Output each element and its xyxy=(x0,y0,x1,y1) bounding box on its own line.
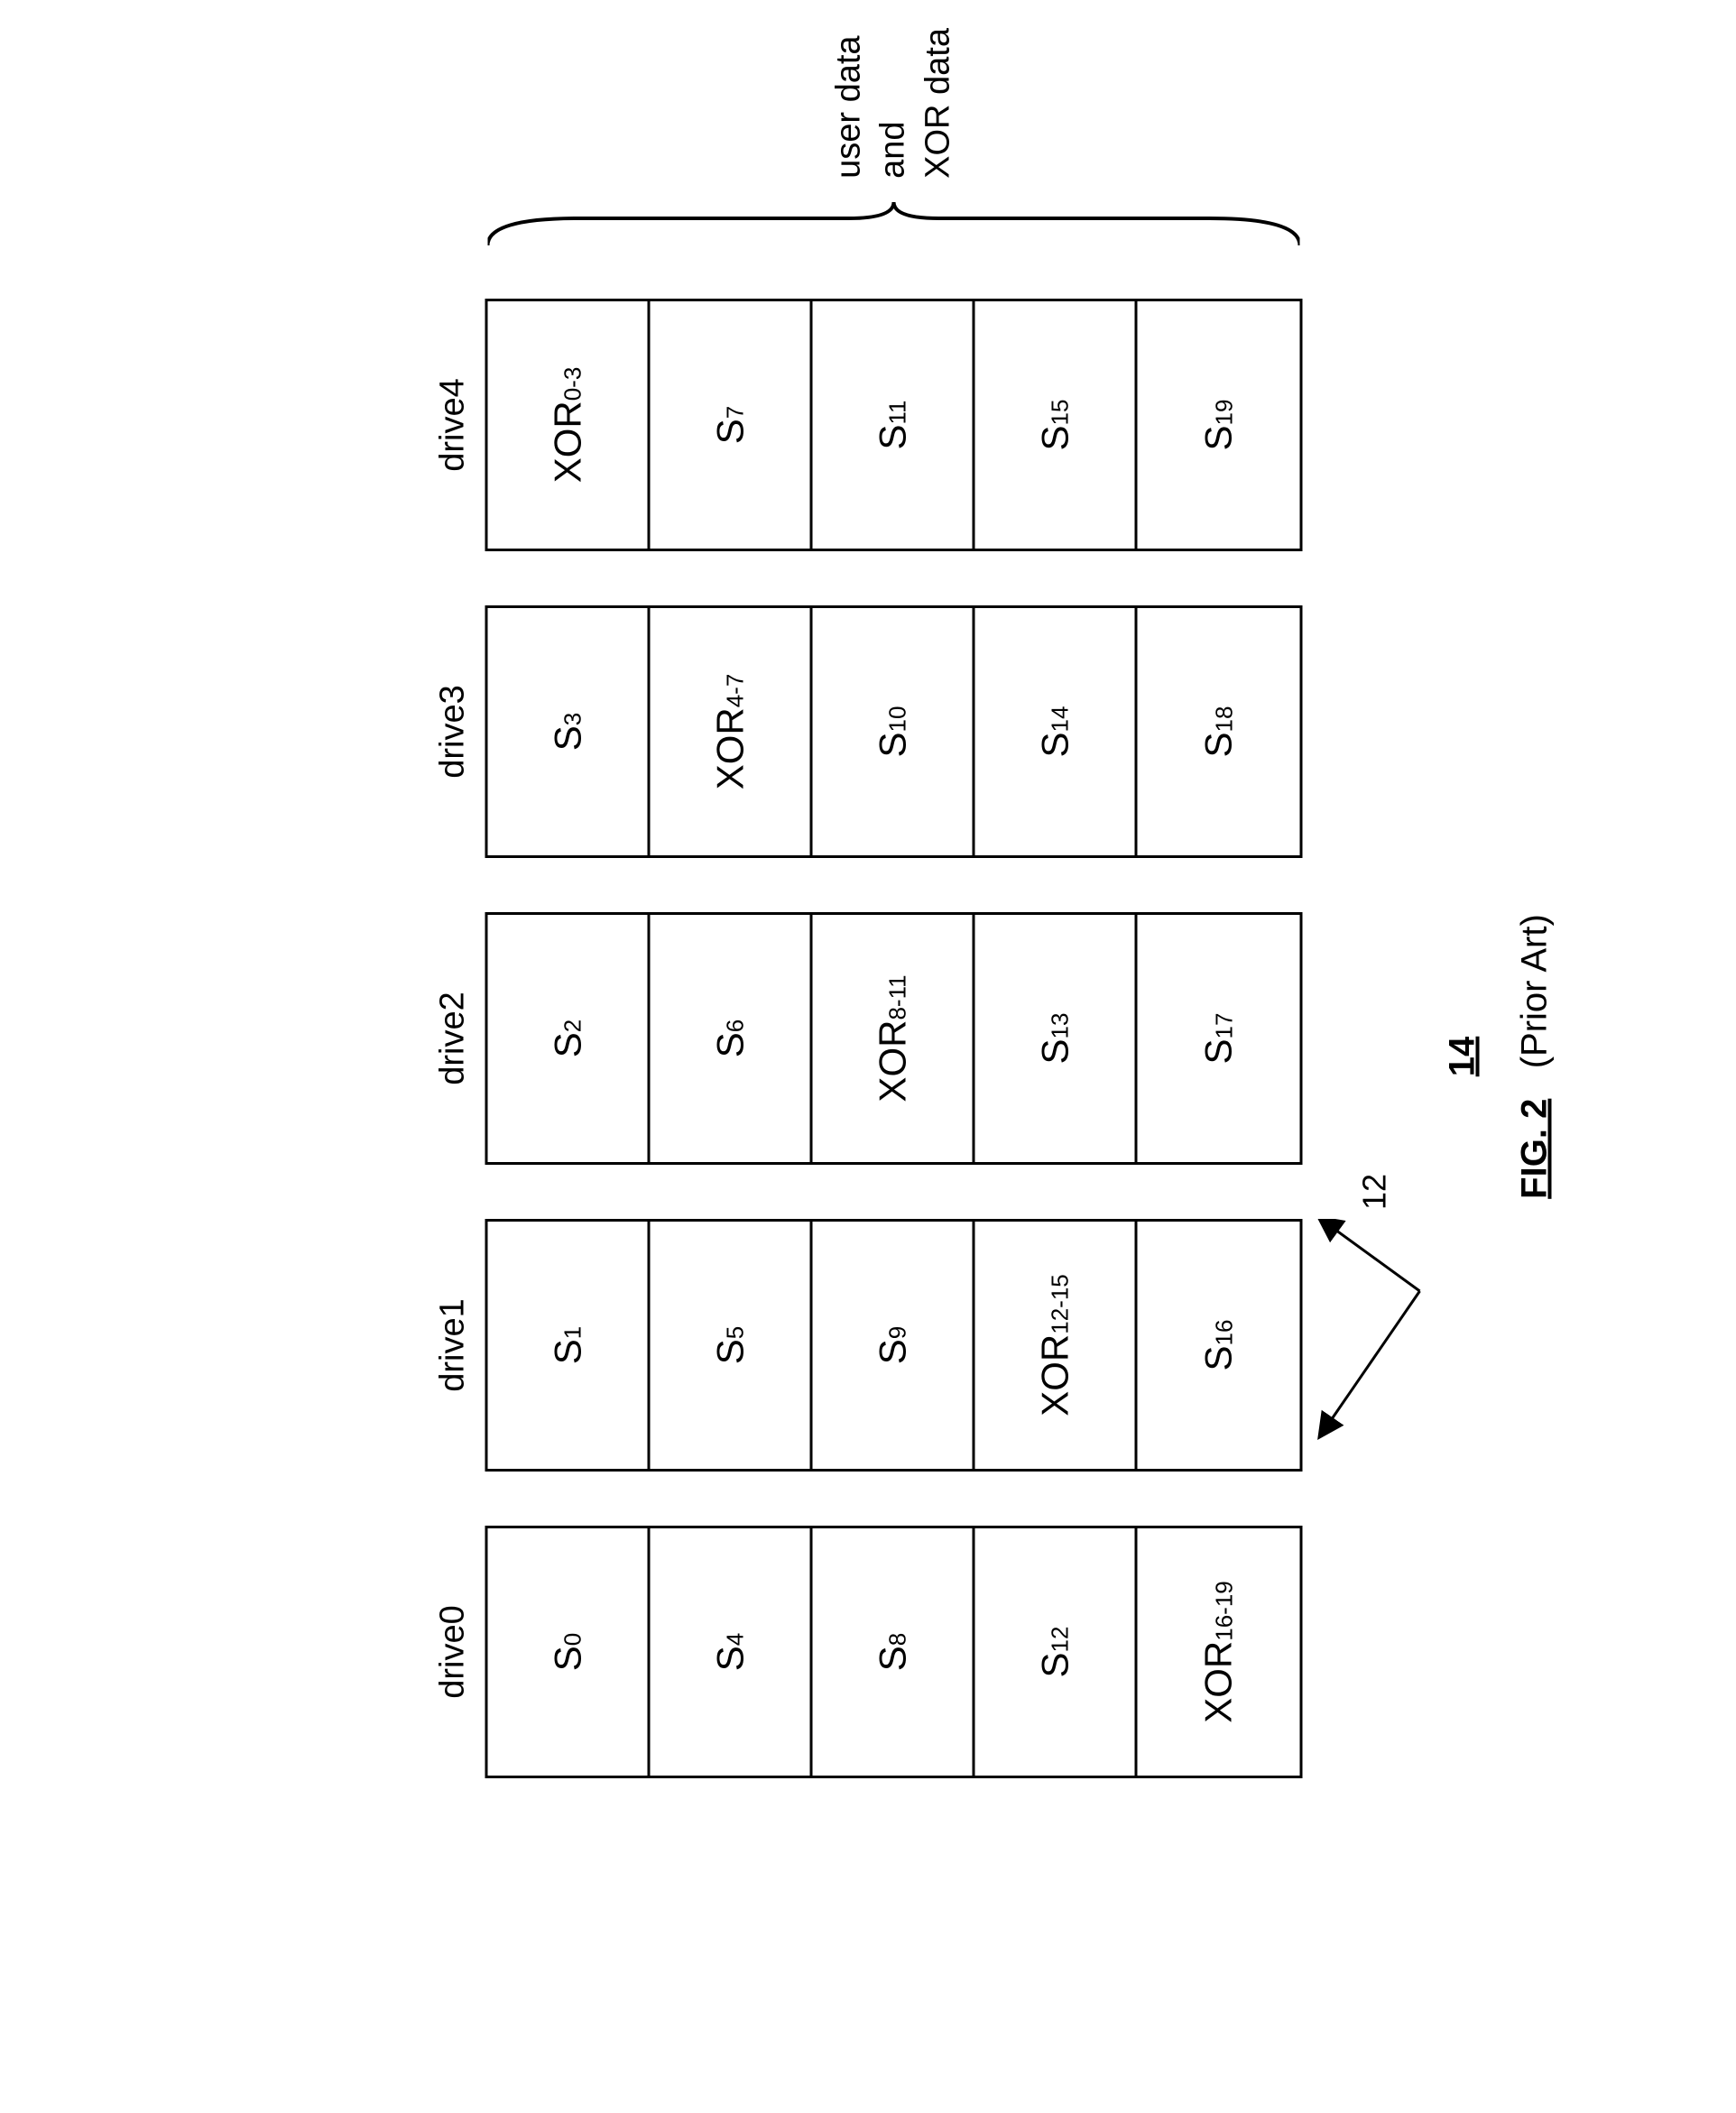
cell: S9 xyxy=(813,1222,975,1469)
cell: XOR4-7 xyxy=(651,608,813,855)
brace-annotation: user data and XOR data xyxy=(488,28,1300,254)
cell: XOR16-19 xyxy=(1138,1528,1300,1776)
stripe-stack: S0 S4 S8 S12 XOR16-19 xyxy=(485,1526,1303,1778)
drive-header: drive0 xyxy=(434,1605,473,1699)
brace-label-line: user data xyxy=(826,28,871,179)
cell: S5 xyxy=(651,1222,813,1469)
stripe-stack: S1 S5 S9 XOR12-15 S16 xyxy=(485,1219,1303,1472)
stripe-stack: S3 XOR4-7 S10 S14 S18 xyxy=(485,605,1303,858)
cell: XOR0-3 xyxy=(488,301,651,549)
brace-label-line: XOR data xyxy=(916,28,960,179)
cell: S17 xyxy=(1138,915,1300,1162)
curly-brace-icon xyxy=(488,200,1300,254)
cell: S13 xyxy=(975,915,1138,1162)
cell: S1 xyxy=(488,1222,651,1469)
cell: S10 xyxy=(813,608,975,855)
reference-14: 14 xyxy=(1443,1037,1483,1077)
drive-column-0: drive0 S0 S4 S8 S12 XOR16-19 xyxy=(434,1526,1303,1778)
cell: S4 xyxy=(651,1528,813,1776)
cell: S16 xyxy=(1138,1222,1300,1469)
brace-label-line: and xyxy=(872,28,916,179)
cell: S19 xyxy=(1138,301,1300,549)
cell: XOR8-11 xyxy=(813,915,975,1162)
cell: S12 xyxy=(975,1528,1138,1776)
drive-column-2: drive2 S2 S6 XOR8-11 S13 S17 xyxy=(434,912,1303,1165)
cell: S0 xyxy=(488,1528,651,1776)
rotated-canvas: drive0 S0 S4 S8 S12 XOR16-19 drive1 S1 S… xyxy=(434,299,1303,1814)
reference-number: 12 xyxy=(1356,1174,1394,1210)
drive-header: drive2 xyxy=(434,992,473,1085)
cell: S3 xyxy=(488,608,651,855)
figure-caption: FIG. 2 (Prior Art) xyxy=(1515,914,1556,1199)
stripe-stack: S2 S6 XOR8-11 S13 S17 xyxy=(485,912,1303,1165)
drive-column-1: drive1 S1 S5 S9 XOR12-15 S16 xyxy=(434,1219,1303,1472)
stripe-stack: XOR0-3 S7 S11 S15 S19 xyxy=(485,299,1303,551)
drives-row: drive0 S0 S4 S8 S12 XOR16-19 drive1 S1 S… xyxy=(434,299,1303,1778)
brace-label: user data and XOR data xyxy=(826,28,960,179)
cell: S7 xyxy=(651,301,813,549)
cell: S2 xyxy=(488,915,651,1162)
figure-note: (Prior Art) xyxy=(1515,914,1555,1068)
cell: S18 xyxy=(1138,608,1300,855)
reference-arrows-icon xyxy=(1312,1219,1438,1453)
reference-12: 12 xyxy=(1312,1174,1438,1453)
drive-column-4: drive4 XOR0-3 S7 S11 S15 S19 xyxy=(434,299,1303,551)
cell: S15 xyxy=(975,301,1138,549)
drive-header: drive3 xyxy=(434,685,473,779)
cell: S6 xyxy=(651,915,813,1162)
figure-number: FIG. 2 xyxy=(1515,1099,1555,1199)
cell: S14 xyxy=(975,608,1138,855)
diagram-wrapper: drive0 S0 S4 S8 S12 XOR16-19 drive1 S1 S… xyxy=(434,299,1303,1814)
cell: S11 xyxy=(813,301,975,549)
drive-column-3: drive3 S3 XOR4-7 S10 S14 S18 xyxy=(434,605,1303,858)
drive-header: drive4 xyxy=(434,378,473,472)
cell: XOR12-15 xyxy=(975,1222,1138,1469)
drive-header: drive1 xyxy=(434,1298,473,1392)
cell: S8 xyxy=(813,1528,975,1776)
